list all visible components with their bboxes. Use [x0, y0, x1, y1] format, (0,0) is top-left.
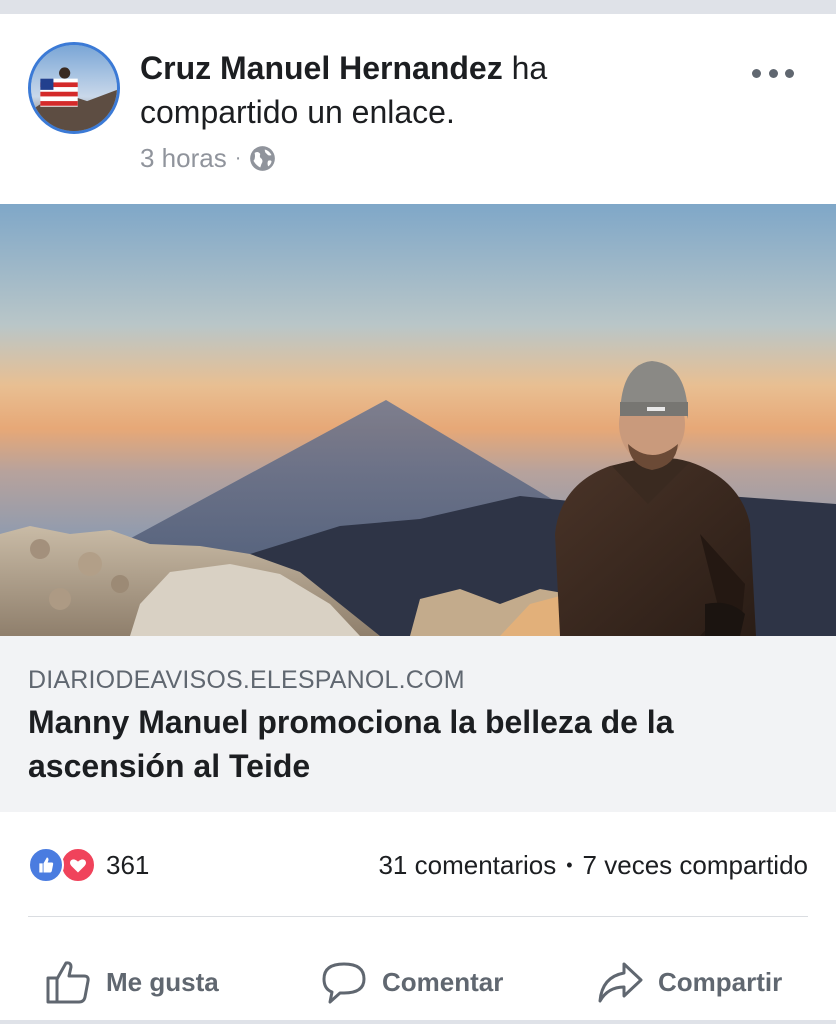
- actions-divider: [28, 916, 808, 917]
- thumbs-up-icon: [44, 958, 92, 1006]
- comment-count[interactable]: 31 comentarios: [378, 850, 556, 881]
- comment-bubble-icon: [320, 958, 368, 1006]
- like-label: Me gusta: [106, 966, 219, 997]
- love-reaction-icon: [60, 847, 96, 883]
- reaction-count: 361: [106, 849, 150, 880]
- link-domain: DIARIODEAVISOS.ELESPANOL.COM: [28, 666, 465, 694]
- post-timestamp[interactable]: 3 horas: [140, 143, 227, 174]
- reactions-summary[interactable]: 361: [28, 846, 149, 884]
- globe-icon: [249, 145, 276, 172]
- share-button[interactable]: Compartir: [596, 952, 782, 1012]
- share-arrow-icon: [596, 958, 644, 1006]
- link-title[interactable]: Manny Manuel promociona la belleza de la…: [28, 700, 808, 788]
- engagement-stats: 31 comentarios • 7 veces compartido: [378, 846, 808, 884]
- more-options-icon[interactable]: [752, 58, 794, 88]
- link-preview-caption[interactable]: DIARIODEAVISOS.ELESPANOL.COM Manny Manue…: [0, 636, 836, 812]
- meta-separator: ·: [234, 146, 242, 169]
- post-header: Cruz Manuel Hernandez ha compartido un e…: [140, 46, 700, 134]
- feed-post: Cruz Manuel Hernandez ha compartido un e…: [0, 14, 836, 1020]
- more-dot: [785, 68, 794, 78]
- share-count[interactable]: 7 veces compartido: [583, 850, 808, 881]
- author-avatar[interactable]: [28, 42, 120, 134]
- like-reaction-icon: [28, 847, 64, 883]
- comment-button[interactable]: Comentar: [320, 952, 503, 1012]
- more-dot: [752, 68, 761, 78]
- author-name[interactable]: Cruz Manuel Hernandez: [140, 50, 503, 86]
- post-meta: 3 horas ·: [140, 140, 276, 176]
- like-button[interactable]: Me gusta: [44, 952, 219, 1012]
- share-label: Compartir: [658, 966, 783, 997]
- stats-separator: •: [566, 854, 573, 875]
- comment-label: Comentar: [382, 966, 504, 997]
- more-dot: [768, 68, 778, 78]
- link-preview-image[interactable]: [0, 204, 836, 636]
